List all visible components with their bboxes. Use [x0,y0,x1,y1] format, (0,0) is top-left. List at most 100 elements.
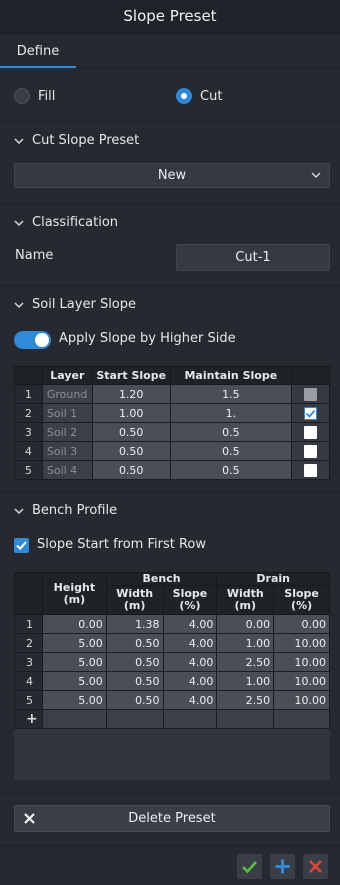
layer-cell: Ground [41,384,93,404]
row-checkbox[interactable] [304,425,318,439]
height-cell[interactable]: 5.00 [41,633,107,653]
cut-radio[interactable]: Cut [176,88,222,104]
row-number: 1 [14,384,43,404]
bench-slope-cell[interactable]: 4.00 [162,633,218,653]
row-number: 4 [14,671,43,691]
drain-width-cell[interactable]: 1.00 [216,633,275,653]
bench-width-cell[interactable]: 0.50 [105,633,164,653]
table-row: 5 Soil 4 0.50 0.5 [14,460,330,480]
column-header: Layer [41,366,93,385]
chevron-down-icon [14,301,24,308]
bench-width-cell[interactable]: 0.50 [105,652,164,672]
checkbox-cell [291,441,330,461]
height-cell[interactable]: 5.00 [41,652,107,672]
height-cell[interactable]: 5.00 [41,671,107,691]
height-cell[interactable]: 5.00 [41,690,107,710]
maintain-slope-cell[interactable]: 0.5 [169,441,293,461]
drain-width-cell[interactable]: 1.00 [216,671,275,691]
start-slope-cell[interactable]: 1.00 [91,403,171,423]
add-row-button[interactable]: + [14,709,43,729]
layer-cell: Soil 3 [41,441,93,461]
preset-select[interactable]: New [14,163,330,188]
bench-width-cell[interactable]: 0.50 [105,690,164,710]
row-checkbox[interactable] [304,406,318,420]
chevron-down-icon [14,219,24,226]
name-field[interactable]: Cut-1 [176,244,330,271]
soil-layer-slope-header[interactable]: Soil Layer Slope [12,297,136,312]
slope-start-first-row-checkbox[interactable] [14,538,29,553]
fill-radio-dot[interactable] [14,88,30,104]
drain-slope-cell[interactable]: 10.00 [273,690,330,710]
layer-cell: Soil 4 [41,460,93,480]
drain-width-cell[interactable]: 2.50 [216,652,275,672]
start-slope-cell[interactable]: 0.50 [91,441,171,461]
empty-cell[interactable] [162,709,218,729]
start-slope-cell[interactable]: 0.50 [91,422,171,442]
apply-slope-label: Apply Slope by Higher Side [59,331,236,346]
row-checkbox[interactable] [304,444,318,458]
column-header [14,366,43,385]
column-header: Maintain Slope [169,366,293,385]
check-icon [242,861,257,874]
bench-slope-cell[interactable]: 4.00 [162,671,218,691]
row-checkbox[interactable] [304,463,318,477]
cut-radio-label: Cut [200,88,223,104]
ok-button[interactable] [237,854,262,879]
bench-slope-cell[interactable]: 4.00 [162,652,218,672]
empty-cell[interactable] [105,709,164,729]
column-header: Width (m) [216,585,275,615]
bench-slope-cell[interactable]: 4.00 [162,690,218,710]
close-icon [24,813,35,824]
apply-slope-toggle[interactable] [14,331,51,349]
tab-define[interactable]: Define [0,34,76,68]
maintain-slope-cell[interactable]: 0.5 [169,422,293,442]
delete-preset-label: Delete Preset [128,811,216,826]
row-number: 5 [14,690,43,710]
empty-cell[interactable] [273,709,330,729]
start-slope-cell[interactable]: 0.50 [91,460,171,480]
row-number: 3 [14,422,43,442]
checkbox-cell [291,384,330,404]
cut-slope-preset-header[interactable]: Cut Slope Preset [12,133,139,148]
bench-width-cell[interactable]: 0.50 [105,671,164,691]
bench-width-cell[interactable]: 1.38 [105,614,164,634]
column-header [291,366,330,385]
check-icon [305,409,316,418]
bench-profile-header[interactable]: Bench Profile [12,503,117,518]
column-header: Slope (%) [273,585,330,615]
delete-preset-button[interactable]: Delete Preset [14,805,330,832]
drain-slope-cell[interactable]: 10.00 [273,633,330,653]
fill-radio[interactable]: Fill [14,88,55,104]
cut-radio-dot[interactable] [176,88,192,104]
add-row[interactable]: + [14,709,330,729]
table-row: 3 Soil 2 0.50 0.5 [14,422,330,442]
add-button[interactable] [270,854,295,879]
divider [0,793,340,794]
drain-slope-cell[interactable]: 10.00 [273,652,330,672]
classification-header[interactable]: Classification [12,215,118,230]
bench-slope-cell[interactable]: 4.00 [162,614,218,634]
height-cell[interactable]: 0.00 [41,614,107,634]
table-row: 2 Soil 1 1.00 1. [14,403,330,423]
table-row: 4 5.00 0.50 4.00 1.00 10.00 [14,671,330,691]
column-header: Drain [216,572,330,586]
maintain-slope-cell[interactable]: 1. [169,403,293,423]
empty-cell[interactable] [41,709,107,729]
drain-slope-cell[interactable]: 0.00 [273,614,330,634]
empty-cell[interactable] [216,709,275,729]
cancel-button[interactable] [303,854,328,879]
layer-cell: Soil 1 [41,403,93,423]
maintain-slope-cell[interactable]: 0.5 [169,460,293,480]
row-checkbox [304,387,318,401]
bench-table-container: Height (m) Bench Drain Width (m) Slope (… [14,572,330,780]
drain-width-cell[interactable]: 0.00 [216,614,275,634]
start-slope-cell[interactable]: 1.20 [91,384,171,404]
chevron-down-icon [14,507,24,514]
drain-width-cell[interactable]: 2.50 [216,690,275,710]
table-row: 1 Ground 1.20 1.5 [14,384,330,404]
row-number: 5 [14,460,43,480]
maintain-slope-cell[interactable]: 1.5 [169,384,293,404]
section-title: Cut Slope Preset [32,133,140,148]
name-label: Name [15,248,54,263]
drain-slope-cell[interactable]: 10.00 [273,671,330,691]
